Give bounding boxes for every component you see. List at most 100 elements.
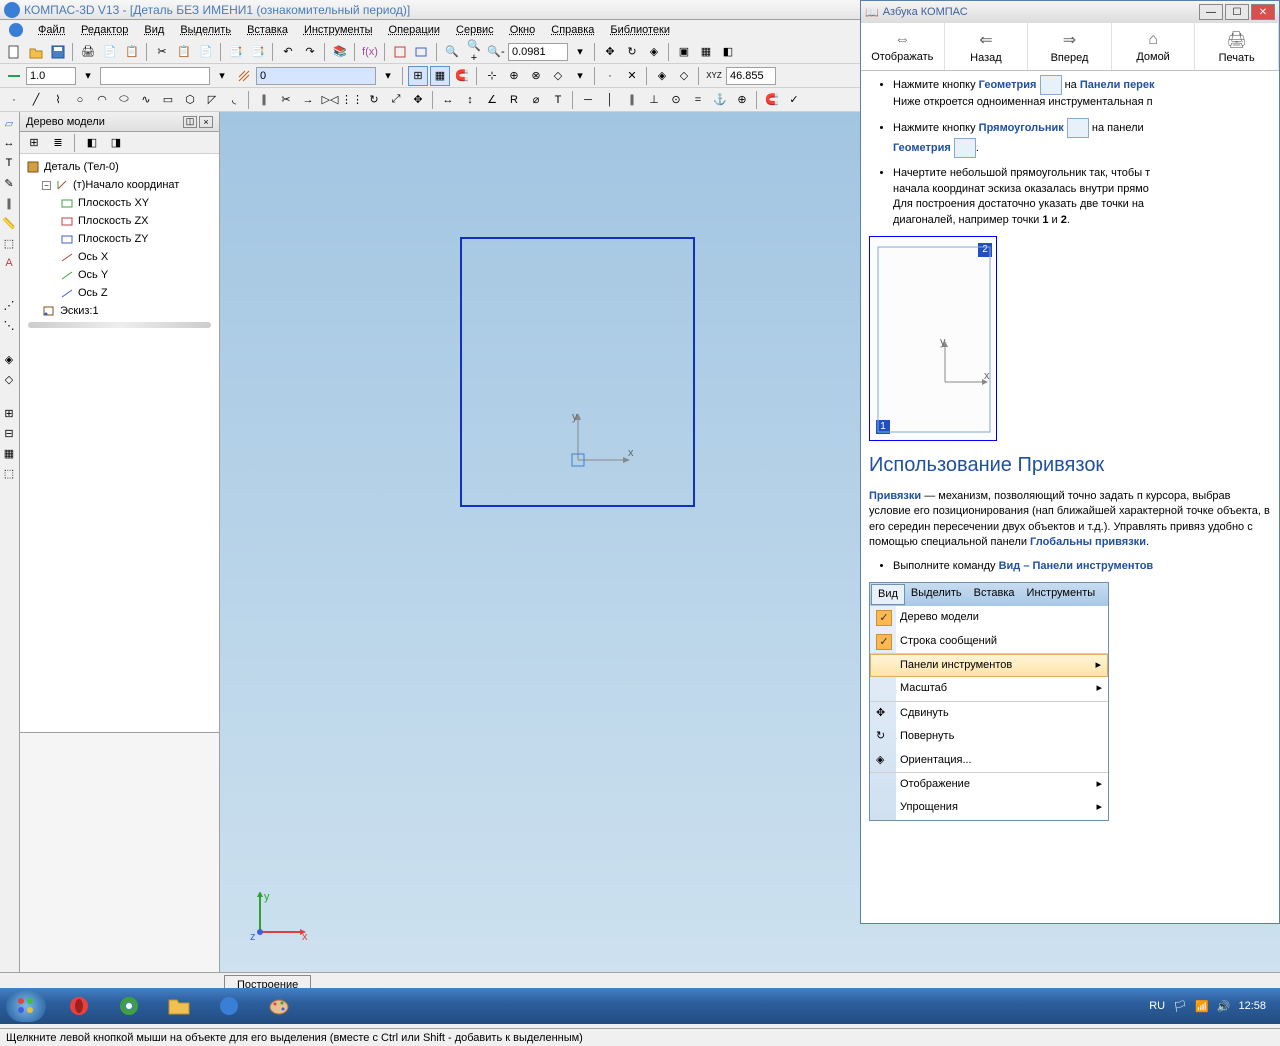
constr-par-tool[interactable]: ∥ xyxy=(622,90,642,110)
taskbar[interactable]: RU 🏳 📶 🔊 12:58 xyxy=(0,988,1280,1024)
rect-tool[interactable]: ▭ xyxy=(158,90,178,110)
mirror-tool[interactable]: ▷◁ xyxy=(320,90,340,110)
grid-toggle-button[interactable]: ▦ xyxy=(430,66,450,86)
layers-button[interactable]: ◈ xyxy=(652,66,672,86)
tree-axis-z[interactable]: Ось Z xyxy=(24,284,215,302)
tray-network-icon[interactable]: 📶 xyxy=(1195,1000,1209,1013)
undo-button[interactable]: ↶ xyxy=(278,42,298,62)
polygon-tool[interactable]: ⬡ xyxy=(180,90,200,110)
aux5-btn[interactable]: ⊞ xyxy=(0,404,18,422)
ellipse-tool[interactable]: ⬭ xyxy=(114,90,134,110)
constr-perp-tool[interactable]: ⊥ xyxy=(644,90,664,110)
rotate-view-button[interactable]: ↻ xyxy=(622,42,642,62)
layer-dd[interactable]: ▾ xyxy=(212,66,232,86)
line-tool[interactable]: ╱ xyxy=(26,90,46,110)
open-button[interactable] xyxy=(26,42,46,62)
sketch-button[interactable] xyxy=(390,42,410,62)
magnet-button[interactable]: 🧲 xyxy=(452,66,472,86)
zoom-in-button[interactable]: 🔍+ xyxy=(464,42,484,62)
param-panel-btn[interactable]: ∥ xyxy=(0,194,18,212)
system-tray[interactable]: RU 🏳 📶 🔊 12:58 xyxy=(1141,1000,1274,1013)
tray-flag-icon[interactable]: 🏳 xyxy=(1173,1000,1187,1013)
polyline-tool[interactable]: ⌇ xyxy=(48,90,68,110)
dim-v-tool[interactable]: ↕ xyxy=(460,90,480,110)
point-tool[interactable]: · xyxy=(4,90,24,110)
format-button[interactable]: 📑 xyxy=(248,42,268,62)
hatch-button[interactable] xyxy=(234,66,254,86)
aux3-btn[interactable]: ◈ xyxy=(0,350,18,368)
offset-tool[interactable]: ∥ xyxy=(254,90,274,110)
trim-tool[interactable]: ✂ xyxy=(276,90,296,110)
tree-btn4[interactable]: ◨ xyxy=(106,133,126,153)
dims-panel-btn[interactable]: ↔ xyxy=(0,134,18,152)
help-nav-forward[interactable]: ⇒Вперед xyxy=(1028,23,1112,70)
constr-h-tool[interactable]: ─ xyxy=(578,90,598,110)
array-tool[interactable]: ⋮⋮ xyxy=(342,90,362,110)
point-button[interactable]: · xyxy=(600,66,620,86)
menu-insert[interactable]: Вставка xyxy=(239,22,296,38)
redo-button[interactable]: ↷ xyxy=(300,42,320,62)
edit-panel-btn[interactable]: ✎ xyxy=(0,174,18,192)
dim-a-tool[interactable]: ∠ xyxy=(482,90,502,110)
zoom-fit-button[interactable]: 🔍 xyxy=(442,42,462,62)
library-button[interactable]: 📚 xyxy=(330,42,350,62)
layer-input[interactable] xyxy=(100,67,210,85)
tree-plane-zx[interactable]: Плоскость ZX xyxy=(24,212,215,230)
help-max-button[interactable]: ☐ xyxy=(1225,4,1249,20)
menu-view[interactable]: Вид xyxy=(136,22,172,38)
rotate-tool[interactable]: ↻ xyxy=(364,90,384,110)
pan-button[interactable]: ✥ xyxy=(600,42,620,62)
tree-plane-zy[interactable]: Плоскость ZY xyxy=(24,230,215,248)
help-nav-home[interactable]: ⌂Домой xyxy=(1112,23,1196,70)
snap-toggle-button[interactable]: ⊞ xyxy=(408,66,428,86)
tree-body[interactable]: Деталь (Тел-0) − (т)Начало координат Пло… xyxy=(20,154,219,732)
tree-sketch[interactable]: Эскиз:1 xyxy=(24,302,215,320)
menu-window[interactable]: Окно xyxy=(502,22,544,38)
line-style-button[interactable] xyxy=(4,66,24,86)
zoom-out-button[interactable]: 🔍- xyxy=(486,42,506,62)
spline-tool[interactable]: ∿ xyxy=(136,90,156,110)
snap2-button[interactable]: ⊕ xyxy=(504,66,524,86)
dim-r-tool[interactable]: R xyxy=(504,90,524,110)
scale-tool[interactable]: ⤢ xyxy=(386,90,406,110)
snap3-button[interactable]: ⊗ xyxy=(526,66,546,86)
save-button[interactable] xyxy=(48,42,68,62)
help-nav-print[interactable]: 🖨Печать xyxy=(1195,23,1279,70)
render-shaded-button[interactable]: ▦ xyxy=(696,42,716,62)
properties-button[interactable]: 📋 xyxy=(122,42,142,62)
tree-root[interactable]: Деталь (Тел-0) xyxy=(24,158,215,176)
task-chrome[interactable] xyxy=(106,991,152,1021)
dim-d-tool[interactable]: ⌀ xyxy=(526,90,546,110)
tree-plane-xy[interactable]: Плоскость XY xyxy=(24,194,215,212)
menu-help[interactable]: Справка xyxy=(543,22,602,38)
dim-h-tool[interactable]: ↔ xyxy=(438,90,458,110)
aux7-btn[interactable]: ▦ xyxy=(0,444,18,462)
copy-button[interactable]: 📋 xyxy=(174,42,194,62)
help-close-button[interactable]: ✕ xyxy=(1251,4,1275,20)
variables-button[interactable]: f(x) xyxy=(360,42,380,62)
help-title-bar[interactable]: 📖 Азбука КОМПАС — ☐ ✕ xyxy=(861,1,1279,23)
aux6-btn[interactable]: ⊟ xyxy=(0,424,18,442)
snap5-button[interactable]: ▾ xyxy=(570,66,590,86)
magnet2-button[interactable]: 🧲 xyxy=(762,90,782,110)
tree-pin-button[interactable]: ◫ xyxy=(183,116,197,128)
measure-panel-btn[interactable]: 📏 xyxy=(0,214,18,232)
tree-axis-y[interactable]: Ось Y xyxy=(24,266,215,284)
constr-eq-tool[interactable]: = xyxy=(688,90,708,110)
text-tool[interactable]: T xyxy=(548,90,568,110)
aux4-btn[interactable]: ◇ xyxy=(0,370,18,388)
linestyle-input[interactable] xyxy=(256,67,376,85)
circle-tool[interactable]: ○ xyxy=(70,90,90,110)
check-button[interactable]: ✓ xyxy=(784,90,804,110)
layers2-button[interactable]: ◇ xyxy=(674,66,694,86)
snap4-button[interactable]: ◇ xyxy=(548,66,568,86)
menu-service[interactable]: Сервис xyxy=(448,22,502,38)
paste-button[interactable]: 📄 xyxy=(196,42,216,62)
tree-btn2[interactable]: ≣ xyxy=(48,133,68,153)
geometry-panel-btn[interactable]: ▱ xyxy=(0,114,18,132)
task-opera[interactable] xyxy=(56,991,102,1021)
step-input[interactable] xyxy=(26,67,76,85)
task-kompas[interactable] xyxy=(206,991,252,1021)
linestyle-dd[interactable]: ▾ xyxy=(378,66,398,86)
constr-v-tool[interactable]: │ xyxy=(600,90,620,110)
